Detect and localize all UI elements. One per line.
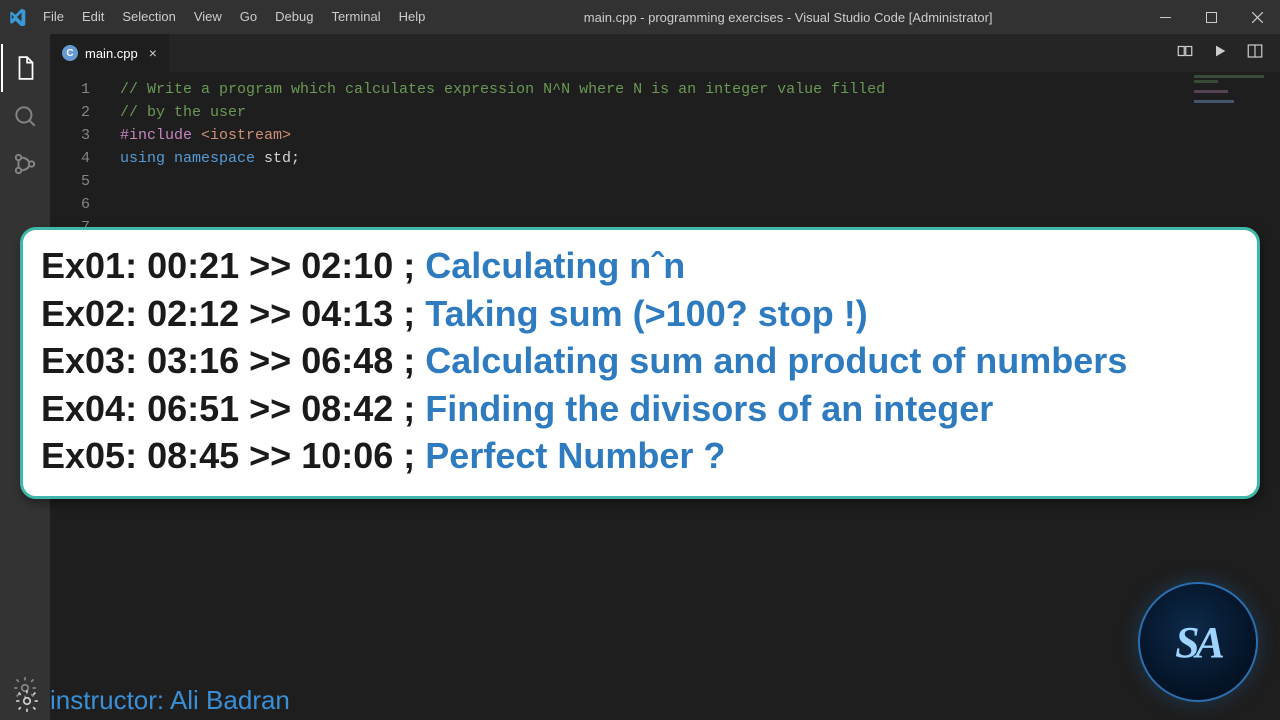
exercise-overlay: Ex01: 00:21 >> 02:10 ; Calculating nˆnEx… — [20, 227, 1260, 499]
window-controls — [1142, 0, 1280, 34]
tab-bar: C main.cpp × — [50, 34, 1280, 72]
menubar: FileEditSelectionViewGoDebugTerminalHelp — [34, 0, 434, 34]
vscode-logo-icon — [0, 8, 34, 26]
tab-filename: main.cpp — [85, 46, 138, 61]
run-icon[interactable] — [1212, 43, 1228, 64]
maximize-button[interactable] — [1188, 0, 1234, 34]
menu-edit[interactable]: Edit — [73, 0, 113, 34]
source-control-icon[interactable] — [1, 140, 49, 188]
menu-terminal[interactable]: Terminal — [322, 0, 389, 34]
close-button[interactable] — [1234, 0, 1280, 34]
titlebar: FileEditSelectionViewGoDebugTerminalHelp… — [0, 0, 1280, 34]
gear-icon — [14, 688, 40, 714]
exercise-row-4: Ex04: 06:51 >> 08:42 ; Finding the divis… — [41, 385, 1239, 433]
window-title: main.cpp - programming exercises - Visua… — [434, 10, 1142, 25]
menu-help[interactable]: Help — [390, 0, 435, 34]
exercise-row-1: Ex01: 00:21 >> 02:10 ; Calculating nˆn — [41, 242, 1239, 290]
minimap[interactable] — [1194, 75, 1274, 135]
minimize-button[interactable] — [1142, 0, 1188, 34]
explorer-icon[interactable] — [1, 44, 49, 92]
menu-go[interactable]: Go — [231, 0, 266, 34]
menu-selection[interactable]: Selection — [113, 0, 184, 34]
exercise-row-2: Ex02: 02:12 >> 04:13 ; Taking sum (>100?… — [41, 290, 1239, 338]
search-icon[interactable] — [1, 92, 49, 140]
compare-icon[interactable] — [1176, 42, 1194, 65]
cpp-file-icon: C — [62, 45, 78, 61]
menu-file[interactable]: File — [34, 0, 73, 34]
menu-view[interactable]: View — [185, 0, 231, 34]
split-editor-icon[interactable] — [1246, 42, 1264, 65]
menu-debug[interactable]: Debug — [266, 0, 322, 34]
instructor-label: instructor: Ali Badran — [14, 685, 290, 716]
exercise-row-3: Ex03: 03:16 >> 06:48 ; Calculating sum a… — [41, 337, 1239, 385]
editor-actions — [1176, 34, 1280, 72]
tab-main-cpp[interactable]: C main.cpp × — [50, 34, 169, 72]
channel-logo-badge: SA — [1138, 582, 1258, 702]
close-icon[interactable]: × — [149, 45, 157, 61]
exercise-row-5: Ex05: 08:45 >> 10:06 ; Perfect Number ? — [41, 432, 1239, 480]
